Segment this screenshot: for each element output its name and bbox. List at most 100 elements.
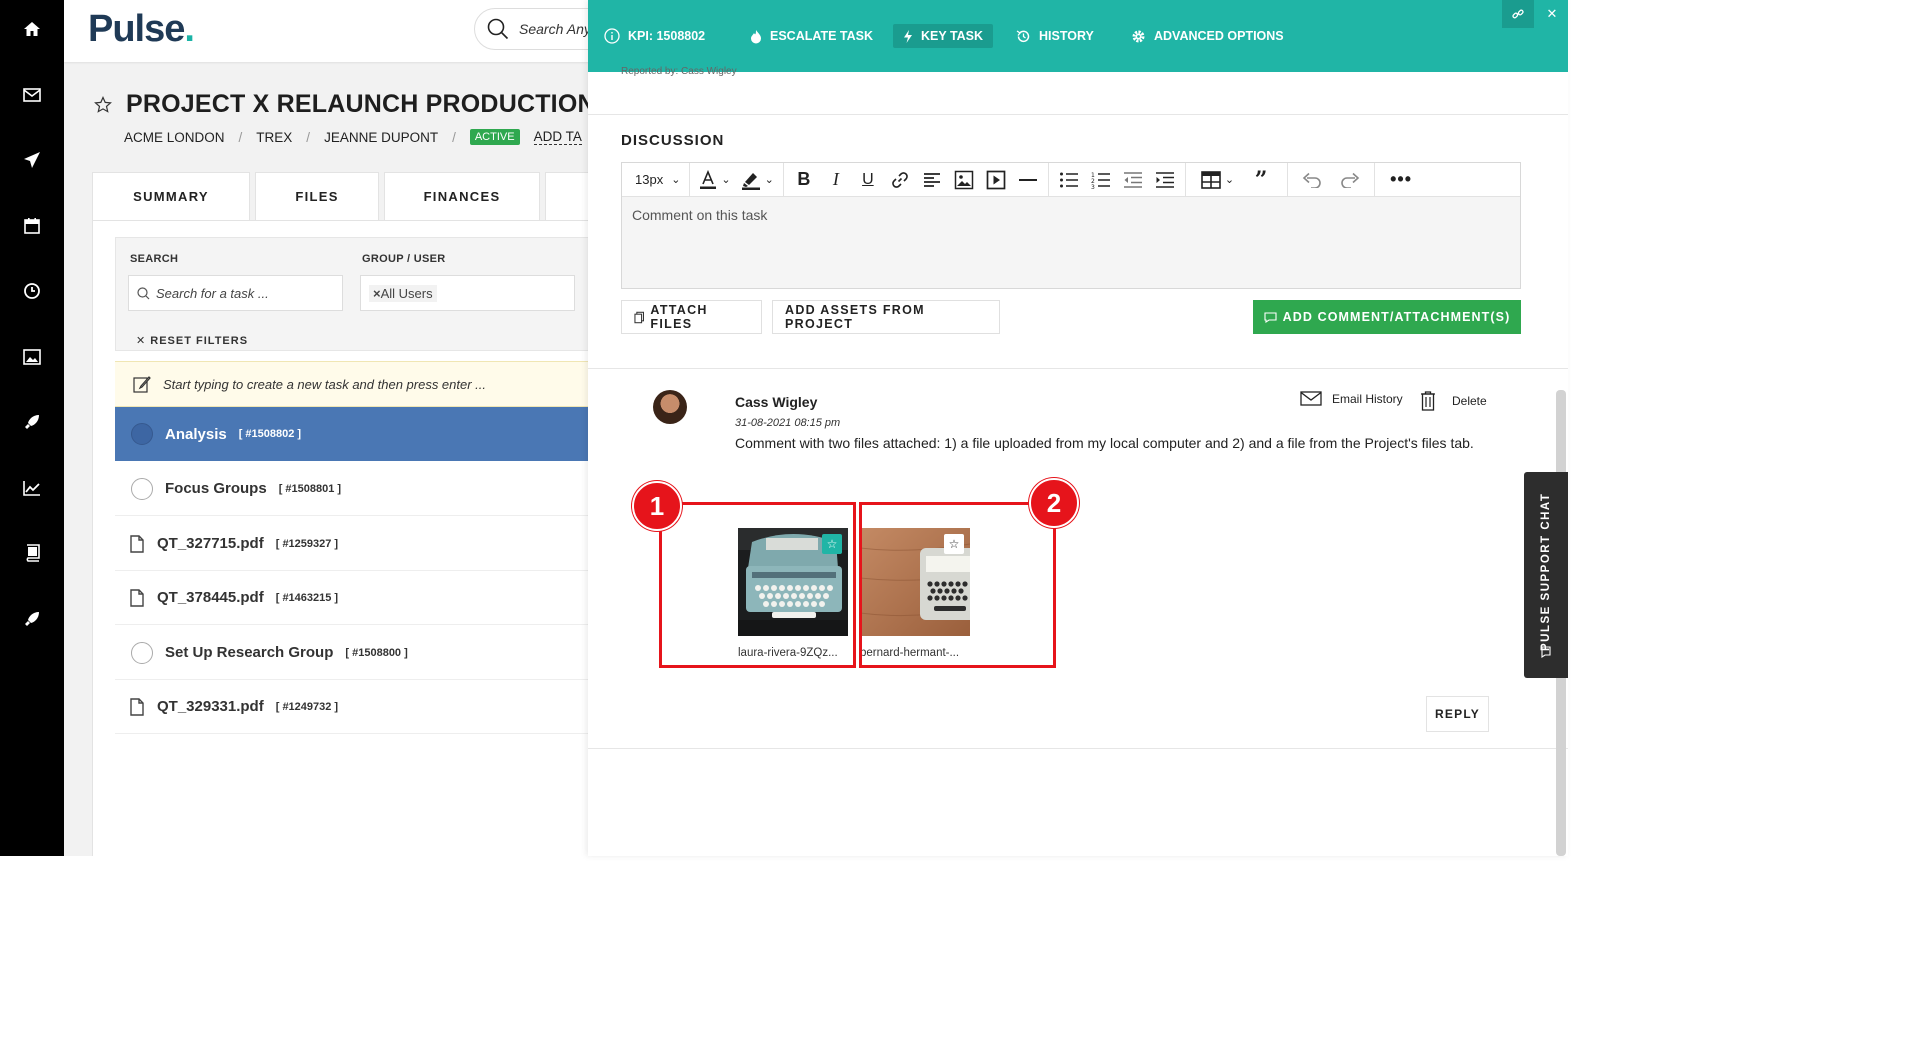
group-user-label: GROUP / USER [362, 253, 446, 265]
font-size-select[interactable]: 13px ⌄ [632, 166, 683, 194]
task-detail-header: KPI: 1508802 ESCALATE TASK KEY TASK HIST… [588, 0, 1568, 72]
escalate-task-button[interactable]: ESCALATE TASK [750, 24, 873, 48]
task-checkbox[interactable] [131, 477, 153, 500]
text-color-button[interactable]: ⌄ [696, 166, 733, 194]
close-icon[interactable]: ✕ [1536, 0, 1568, 28]
lightning-icon [904, 29, 912, 43]
indent-icon[interactable] [1151, 166, 1179, 194]
file-row[interactable]: QT_329331.pdf[ #1249732 ] [115, 680, 604, 734]
history-button[interactable]: HISTORY [1016, 24, 1094, 48]
book-icon[interactable] [20, 541, 44, 565]
insert-video-icon[interactable] [982, 166, 1010, 194]
task-checkbox[interactable] [131, 423, 153, 445]
redo-icon[interactable] [1336, 166, 1364, 194]
bold-button[interactable]: B [790, 166, 818, 194]
pulse-logo[interactable]: Pulse. [88, 8, 195, 51]
group-user-select[interactable]: ×All Users [360, 275, 575, 311]
gear-icon [1132, 30, 1145, 42]
task-row[interactable]: Set Up Research Group[ #1508800 ] [115, 626, 604, 680]
avatar [653, 390, 687, 424]
divider [588, 114, 1568, 115]
global-search-input[interactable]: Search Anyth [474, 8, 604, 50]
star-icon[interactable] [94, 95, 112, 114]
tab-files[interactable]: FILES [255, 172, 379, 220]
chart-icon[interactable] [20, 476, 44, 500]
add-comment-button[interactable]: ADD COMMENT/ATTACHMENT(S) [1253, 300, 1521, 334]
numbered-list-icon[interactable]: 123 [1087, 166, 1115, 194]
project-page: Pulse. Search Anyth PROJECT X RELAUNCH P… [64, 0, 604, 856]
table-icon [1201, 170, 1221, 189]
reply-button[interactable]: REPLY [1426, 696, 1489, 732]
insert-table-button[interactable]: ⌄ [1198, 166, 1237, 194]
tab-summary[interactable]: SUMMARY [92, 172, 250, 220]
comment-input[interactable]: Comment on this task [632, 207, 767, 223]
image-icon[interactable] [20, 345, 44, 369]
task-filters: SEARCH Search for a task ... GROUP / USE… [115, 237, 604, 351]
chevron-down-icon: ⌄ [721, 174, 731, 186]
clock-icon[interactable] [20, 279, 44, 303]
copy-icon [634, 311, 644, 323]
copy-link-icon[interactable] [1502, 0, 1534, 28]
attach-files-button[interactable]: ATTACH FILES [621, 300, 762, 334]
undo-icon[interactable] [1298, 166, 1326, 194]
reset-filters-button[interactable]: ✕ RESET FILTERS [136, 334, 248, 347]
status-badge: ACTIVE [469, 129, 520, 145]
highlight-box [859, 502, 1056, 668]
mail-icon[interactable] [20, 83, 44, 107]
callout-marker: 1 [632, 481, 682, 531]
task-row[interactable]: Analysis[ #1508802 ] [115, 407, 604, 461]
breadcrumb-manager[interactable]: JEANNE DUPONT [324, 130, 438, 145]
task-row[interactable]: Focus Groups[ #1508801 ] [115, 462, 604, 516]
add-tag-link[interactable]: ADD TA [533, 129, 582, 145]
comment-date: 31-08-2021 08:15 pm [735, 417, 841, 429]
user-filter-chip[interactable]: ×All Users [369, 284, 437, 302]
calendar-icon[interactable] [20, 214, 44, 238]
italic-button[interactable]: I [822, 166, 850, 194]
file-row[interactable]: QT_327715.pdf[ #1259327 ] [115, 517, 604, 571]
chat-icon [1541, 646, 1551, 658]
task-search-input[interactable]: Search for a task ... [128, 275, 343, 311]
remove-chip-icon[interactable]: × [373, 286, 381, 301]
task-detail-panel: KPI: 1508802 ESCALATE TASK KEY TASK HIST… [588, 0, 1568, 856]
delete-comment-button[interactable]: Delete [1420, 391, 1487, 411]
blockquote-icon[interactable]: ” [1247, 166, 1275, 194]
project-header: PROJECT X RELAUNCH PRODUCTION [94, 90, 596, 119]
new-task-input[interactable]: Start typing to create a new task and th… [115, 361, 604, 407]
text-color-icon [700, 169, 717, 189]
top-bar: Pulse. Search Anyth [64, 0, 604, 62]
tab-finances[interactable]: FINANCES [384, 172, 540, 220]
horizontal-rule-icon[interactable] [1014, 166, 1042, 194]
advanced-options-button[interactable]: ADVANCED OPTIONS [1131, 24, 1284, 48]
file-row[interactable]: QT_378445.pdf[ #1463215 ] [115, 571, 604, 625]
send-icon[interactable] [20, 148, 44, 172]
highlighter-icon [741, 172, 760, 190]
home-icon[interactable] [20, 17, 44, 41]
rocket-icon[interactable] [20, 410, 44, 434]
comment-text: Comment with two files attached: 1) a fi… [735, 435, 1474, 451]
info-icon [604, 28, 620, 44]
breadcrumb-brand[interactable]: TREX [256, 130, 292, 145]
underline-button[interactable]: U [854, 166, 882, 194]
search-icon [487, 18, 509, 40]
key-task-button[interactable]: KEY TASK [893, 24, 994, 48]
outdent-icon[interactable] [1119, 166, 1147, 194]
task-checkbox[interactable] [131, 641, 153, 664]
bulleted-list-icon[interactable] [1055, 166, 1083, 194]
close-icon: ✕ [136, 335, 147, 347]
add-assets-button[interactable]: ADD ASSETS FROM PROJECT [772, 300, 1000, 334]
svg-text:3: 3 [1091, 184, 1095, 189]
align-left-icon[interactable] [918, 166, 946, 194]
highlight-color-button[interactable]: ⌄ [738, 166, 777, 194]
email-history-button[interactable]: Email History [1300, 391, 1403, 406]
edit-icon [133, 376, 151, 393]
discussion-title: DISCUSSION [621, 132, 725, 149]
support-chat-tab[interactable]: PULSE SUPPORT CHAT [1524, 472, 1568, 678]
breadcrumb-client[interactable]: ACME LONDON [124, 130, 225, 145]
rocket-icon[interactable] [20, 607, 44, 631]
comment-editor: 13px ⌄ ⌄ ⌄ B I U 1 2 3 ⌄ ” ••• Comment o… [621, 162, 1521, 289]
divider [588, 368, 1568, 369]
link-icon[interactable] [886, 166, 914, 194]
search-label: SEARCH [130, 253, 179, 265]
more-options-icon[interactable]: ••• [1387, 166, 1415, 194]
insert-image-icon[interactable] [950, 166, 978, 194]
